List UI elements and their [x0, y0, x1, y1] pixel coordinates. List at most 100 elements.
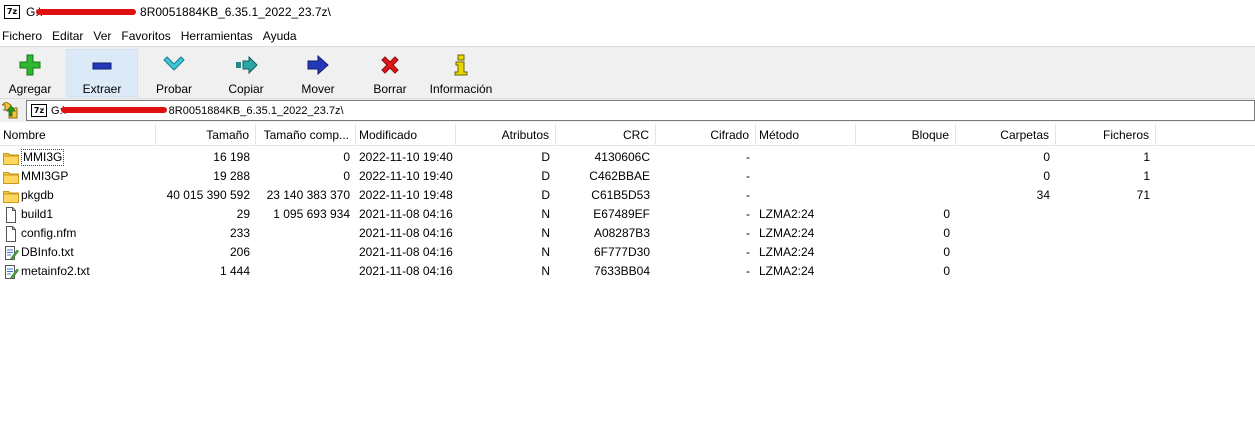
cell-attributes: D [541, 188, 550, 202]
column-header-folders[interactable]: Carpetas [956, 124, 1056, 146]
file-name: config.nfm [21, 226, 77, 240]
delete-button-label: Borrar [373, 82, 407, 96]
delete-button[interactable]: Borrar [364, 49, 416, 97]
address-field[interactable]: 7z G:\ 8R0051884KB_6.35.1_2022_23.7z\ [26, 100, 1255, 121]
info-button[interactable]: Información [426, 49, 496, 97]
cell-block [856, 167, 956, 186]
cell-name: config.nfm [0, 224, 156, 243]
folder-icon [3, 150, 19, 166]
copy-button-label: Copiar [228, 82, 264, 96]
cell-folders [956, 224, 1056, 243]
cell-encrypted: - [746, 169, 750, 183]
cell-attributes: N [541, 264, 550, 278]
column-header-attributes[interactable]: Atributos [456, 124, 556, 146]
cell-folders: 0 [1043, 150, 1050, 164]
column-header-crc[interactable]: CRC [556, 124, 656, 146]
column-header-encrypted[interactable]: Cifrado [656, 124, 756, 146]
table-row[interactable]: MMI3G 16 198 0 2022-11-10 19:40 D 4130606C - 0 1 [0, 148, 1255, 167]
address-bar: 7z G:\ 8R0051884KB_6.35.1_2022_23.7z\ [0, 98, 1255, 122]
text-file-icon [3, 245, 19, 261]
table-row[interactable]: config.nfm 233 2021-11-08 04:16 N A08287B3 - L… [0, 224, 1255, 243]
table-row[interactable]: metainfo2.txt 1 444 2021-11-08 04:16 N 7633B… [0, 262, 1255, 281]
cell-attributes: D [541, 150, 550, 164]
table-row[interactable]: DBInfo.txt 206 2021-11-08 04:16 N 6F777D30 - L… [0, 243, 1255, 262]
cell-modified: 2021-11-08 04:16 [359, 264, 453, 278]
cell-packed-size [256, 243, 356, 262]
cell-attributes: N [541, 226, 550, 240]
title-bar: 7z G:\ 8R0051884KB_6.35.1_2022_23.7z\ [0, 0, 1255, 24]
text-file-icon [3, 264, 19, 280]
column-header-files[interactable]: Ficheros [1056, 124, 1156, 146]
cell-crc: C462BBAE [589, 169, 650, 183]
file-name: MMI3G [21, 149, 65, 166]
menu-bar: Fichero Editar Ver Favoritos Herramienta… [0, 26, 1255, 46]
cell-block: 0 [943, 226, 950, 240]
cell-encrypted: - [746, 207, 750, 221]
cell-size: 19 288 [213, 169, 250, 183]
cell-crc: C61B5D53 [591, 188, 650, 202]
move-button[interactable]: Mover [292, 49, 344, 97]
minus-icon [91, 53, 113, 78]
cell-name: DBInfo.txt [0, 243, 156, 262]
cell-crc: 6F777D30 [593, 245, 650, 259]
file-name: pkgdb [21, 188, 54, 202]
cell-modified: 2022-11-10 19:48 [359, 188, 453, 202]
address-path: G:\ 8R0051884KB_6.35.1_2022_23.7z\ [51, 105, 344, 117]
test-button[interactable]: Probar [148, 49, 200, 97]
cell-folders [956, 243, 1056, 262]
cell-size: 206 [229, 245, 250, 259]
redaction-mark [36, 9, 136, 15]
file-list[interactable]: Nombre Tamaño Tamaño comp... Modificado … [0, 124, 1255, 441]
copy-button[interactable]: Copiar [220, 49, 272, 97]
cell-name: MMI3GP [0, 167, 156, 186]
cell-encrypted: - [746, 245, 750, 259]
cell-crc: 7633BB04 [593, 264, 650, 278]
cell-packed-size: 23 140 383 370 [266, 188, 350, 202]
file-name: build1 [21, 207, 54, 221]
column-header-name[interactable]: Nombre [0, 124, 156, 146]
check-arrow-icon [162, 52, 186, 78]
move-button-label: Mover [301, 82, 335, 96]
file-icon [3, 206, 19, 223]
cell-folders [956, 262, 1056, 281]
window-title-suffix: 8R0051884KB_6.35.1_2022_23.7z\ [140, 5, 331, 19]
cell-method [756, 148, 856, 167]
cell-encrypted: - [746, 264, 750, 278]
cell-files: 1 [1143, 169, 1150, 183]
menu-herramientas[interactable]: Herramientas [179, 29, 259, 43]
cell-packed-size: 1 095 693 934 [273, 207, 350, 221]
cell-crc: 4130606C [594, 150, 650, 164]
column-header-modified[interactable]: Modificado [356, 124, 456, 146]
cell-packed-size: 0 [343, 169, 350, 183]
column-header-size[interactable]: Tamaño [156, 124, 256, 146]
cell-block: 0 [943, 207, 950, 221]
extract-button[interactable]: Extraer [66, 49, 138, 97]
menu-editar[interactable]: Editar [50, 29, 89, 43]
7zip-app-icon: 7z [4, 5, 20, 19]
cell-attributes: N [541, 207, 550, 221]
column-header-packed-size[interactable]: Tamaño comp... [256, 124, 356, 146]
cell-size: 233 [229, 226, 250, 240]
cell-size: 40 015 390 592 [166, 188, 250, 202]
cell-folders: 0 [1043, 169, 1050, 183]
folder-up-button[interactable] [0, 101, 18, 119]
plus-icon [19, 52, 41, 78]
table-row[interactable]: pkgdb 40 015 390 592 23 140 383 370 2022-11… [0, 186, 1255, 205]
cell-modified: 2021-11-08 04:16 [359, 207, 453, 221]
menu-ver[interactable]: Ver [91, 29, 117, 43]
menu-favoritos[interactable]: Favoritos [119, 29, 176, 43]
cell-method: LZMA2:24 [759, 226, 815, 240]
table-row[interactable]: build1 29 1 095 693 934 2021-11-08 04:16 N E6… [0, 205, 1255, 224]
cell-encrypted: - [746, 226, 750, 240]
add-button[interactable]: Agregar [4, 49, 56, 97]
file-name: metainfo2.txt [21, 264, 90, 278]
info-button-label: Información [429, 82, 493, 96]
column-header-method[interactable]: Método [756, 124, 856, 146]
cell-name: metainfo2.txt [0, 262, 156, 281]
menu-ayuda[interactable]: Ayuda [261, 29, 303, 43]
menu-fichero[interactable]: Fichero [0, 29, 48, 43]
table-row[interactable]: MMI3GP 19 288 0 2022-11-10 19:40 D C462BBAE - 0… [0, 167, 1255, 186]
column-header-block[interactable]: Bloque [856, 124, 956, 146]
file-name: MMI3GP [21, 169, 69, 183]
redaction-mark [61, 106, 167, 113]
